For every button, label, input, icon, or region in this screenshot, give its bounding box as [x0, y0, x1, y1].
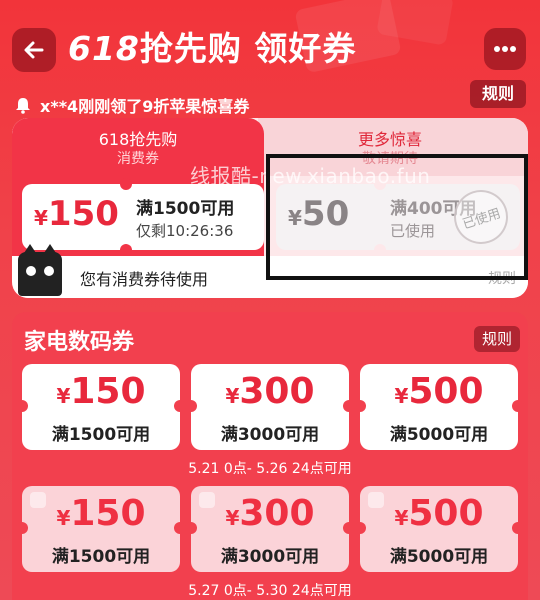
rules-button[interactable]: 规则 [470, 80, 526, 108]
appliance-coupon-section: 家电数码券 规则 ¥150 满1500可用 ¥300 满3000可用 ¥500 … [12, 312, 528, 600]
lock-icon [368, 492, 384, 508]
page-title: 618抢先购 领好券 [68, 24, 356, 74]
voucher-card[interactable]: ¥150 满1500可用 [16, 364, 186, 450]
voucher-card[interactable]: ¥500 满5000可用 [354, 364, 524, 450]
section-rules-button[interactable]: 规则 [474, 326, 520, 352]
bell-icon [16, 98, 30, 114]
coupon-150[interactable]: ¥150 满1500可用 仅剩10:26:36 [22, 178, 264, 256]
section-title: 家电数码券 [24, 330, 135, 355]
highlight-box [266, 154, 528, 280]
pending-text: 您有消费券待使用 [80, 270, 209, 289]
voucher-condition: 满1500可用 [51, 547, 151, 567]
voucher-condition: 满3000可用 [220, 425, 320, 445]
voucher-amount: ¥500 [394, 371, 484, 412]
back-button[interactable] [12, 28, 56, 72]
voucher-condition: 满5000可用 [389, 425, 489, 445]
voucher-card[interactable]: ¥300 满3000可用 [185, 364, 355, 450]
coupon-amount: ¥150 [34, 194, 119, 234]
tab-title: 更多惊喜 [357, 130, 422, 149]
lock-icon [30, 492, 46, 508]
voucher-amount: ¥150 [56, 371, 146, 412]
voucher-condition: 满3000可用 [220, 547, 320, 567]
title-number: 618 [68, 29, 140, 68]
voucher-card-locked[interactable]: ¥150 满1500可用 [16, 486, 186, 572]
more-dots-icon [494, 46, 516, 52]
header: 618抢先购 领好券 [0, 0, 540, 92]
coupon-condition: 满1500可用 [136, 199, 235, 219]
more-button[interactable] [484, 28, 526, 70]
claim-notice: x**4刚刚领了9折苹果惊喜券 [14, 92, 249, 118]
voucher-card-locked[interactable]: ¥500 满5000可用 [354, 486, 524, 572]
validity-date: 5.21 0点- 5.26 24点可用 [188, 461, 352, 477]
title-text: 抢先购 领好券 [139, 29, 357, 68]
coupon-countdown: 仅剩10:26:36 [136, 222, 234, 240]
voucher-condition: 满5000可用 [389, 547, 489, 567]
tab-title: 618抢先购 [98, 130, 178, 149]
tmall-cat-icon [18, 244, 62, 296]
lock-icon [199, 492, 215, 508]
voucher-card-locked[interactable]: ¥300 满3000可用 [185, 486, 355, 572]
voucher-amount: ¥300 [225, 371, 315, 412]
voucher-condition: 满1500可用 [51, 425, 151, 445]
validity-date: 5.27 0点- 5.30 24点可用 [188, 583, 352, 599]
arrow-left-icon [24, 41, 44, 59]
notice-text: x**4刚刚领了9折苹果惊喜券 [40, 97, 250, 116]
